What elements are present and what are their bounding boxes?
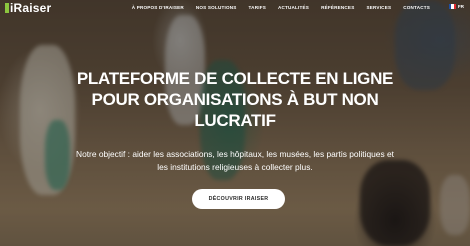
iraiser-logo[interactable]: iRaiser (5, 1, 51, 15)
language-selector[interactable]: FR (448, 4, 464, 9)
top-navigation: iRaiser À PROPOS D'IRAISER NOS SOLUTIONS… (0, 0, 470, 18)
logo-text: iRaiser (10, 1, 52, 15)
language-label: FR (457, 4, 464, 9)
nav-item-news[interactable]: ACTUALITÉS (272, 5, 315, 10)
nav-item-contacts[interactable]: CONTACTS (397, 5, 436, 10)
hero-headline: PLATEFORME DE COLLECTE EN LIGNE POUR ORG… (76, 69, 394, 130)
nav-item-about[interactable]: À PROPOS D'IRAISER (126, 5, 190, 10)
nav-item-services[interactable]: SERVICES (360, 5, 397, 10)
nav-item-solutions[interactable]: NOS SOLUTIONS (190, 5, 243, 10)
hero-subtitle: Notre objectif : aider les associations,… (76, 149, 394, 172)
discover-iraiser-button[interactable]: DÉCOUVRIR IRAISER (192, 189, 285, 209)
main-menu: À PROPOS D'IRAISER NOS SOLUTIONS TARIFS … (126, 5, 436, 10)
nav-item-pricing[interactable]: TARIFS (243, 5, 272, 10)
france-flag-icon (448, 4, 456, 9)
nav-item-references[interactable]: RÉFÉRENCES (315, 5, 360, 10)
logo-mark-icon (5, 3, 9, 13)
